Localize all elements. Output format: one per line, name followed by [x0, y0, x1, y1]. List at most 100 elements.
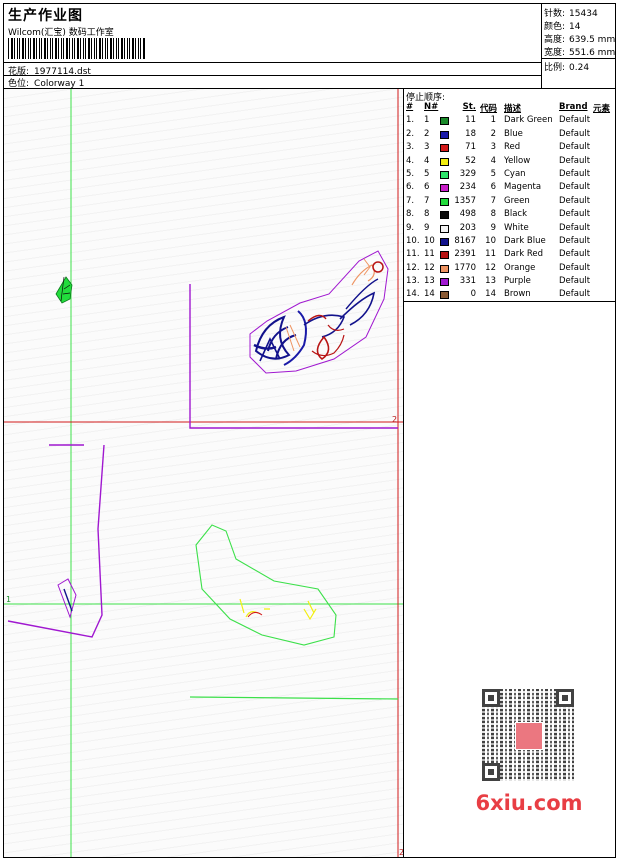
row-stitches: 2391: [454, 249, 476, 260]
guide-marker-2: 2: [392, 415, 397, 424]
row-description: Green: [504, 195, 530, 206]
table-row: 4. 4 52 4 Yellow Default: [404, 156, 615, 169]
row-brand: Default: [559, 209, 591, 220]
header-stitches: St.: [462, 102, 476, 112]
table-row: 8. 8 498 8 Black Default: [404, 209, 615, 222]
height-value: 639.5 mm: [569, 35, 616, 45]
watermark-text: 6xiu.com: [475, 791, 583, 815]
width-value: 551.6 mm: [569, 48, 616, 58]
design-canvas[interactable]: 1 2 2: [4, 89, 404, 857]
table-row: 6. 6 234 6 Magenta Default: [404, 182, 615, 195]
header-description: 描述: [504, 104, 522, 114]
table-row: 1. 1 11 1 Dark Green Default: [404, 115, 615, 128]
green-outline-shape: [195, 524, 337, 646]
row-description: Purple: [504, 276, 531, 287]
row-code: 1: [490, 115, 496, 126]
color-swatch: [440, 251, 449, 260]
row-brand: Default: [559, 289, 591, 300]
colors-label: 颜色:: [544, 22, 566, 32]
row-num: 12.: [406, 262, 420, 273]
row-needle: 8: [424, 209, 430, 220]
row-needle: 5: [424, 168, 430, 179]
colorway-line: 色位: Colorway 1: [8, 76, 84, 89]
header-element: 元素: [593, 104, 611, 114]
qr-eye: [482, 763, 500, 781]
row-needle: 14: [424, 289, 435, 300]
row-stitches: 11: [465, 115, 476, 126]
row-stitches: 1770: [454, 262, 476, 273]
row-brand: Default: [559, 155, 591, 166]
row-num: 6.: [406, 182, 415, 193]
row-description: Dark Green: [504, 115, 553, 126]
row-stitches: 498: [459, 209, 476, 220]
row-num: 7.: [406, 195, 415, 206]
floral-motif: [249, 250, 389, 374]
row-brand: Default: [559, 168, 591, 179]
color-swatch: [440, 170, 449, 179]
row-brand: Default: [559, 235, 591, 246]
colorway-label: 色位:: [8, 79, 30, 89]
stat-ratio: 比例: 0.24: [544, 60, 589, 73]
row-needle: 12: [424, 262, 435, 273]
color-swatch: [440, 291, 449, 300]
row-num: 9.: [406, 222, 415, 233]
color-swatch: [440, 117, 449, 126]
color-swatch: [440, 144, 449, 153]
qr-eye: [556, 689, 574, 707]
row-stitches: 8167: [454, 235, 476, 246]
color-swatch: [440, 197, 449, 206]
table-header: # N# St. 代码 描述 Brand 元素: [404, 102, 615, 115]
row-needle: 6: [424, 182, 430, 193]
colors-value: 14: [569, 22, 581, 32]
row-description: Cyan: [504, 168, 526, 179]
table-row: 9. 9 203 9 White Default: [404, 223, 615, 236]
row-description: Black: [504, 209, 527, 220]
table-row: 2. 2 18 2 Blue Default: [404, 129, 615, 142]
table-row: 11. 11 2391 11 Dark Red Default: [404, 249, 615, 262]
ratio-label: 比例:: [544, 63, 566, 73]
row-code: 9: [490, 222, 496, 233]
row-num: 2.: [406, 128, 415, 139]
row-description: Dark Blue: [504, 235, 546, 246]
qr-logo: [515, 722, 543, 750]
color-swatch: [440, 278, 449, 287]
stitches-label: 针数:: [544, 9, 566, 19]
table-row: 3. 3 71 3 Red Default: [404, 142, 615, 155]
row-needle: 1: [424, 115, 430, 126]
table-row: 7. 7 1357 7 Green Default: [404, 196, 615, 209]
row-code: 8: [490, 209, 496, 220]
row-num: 4.: [406, 155, 415, 166]
row-description: Dark Red: [504, 249, 544, 260]
row-needle: 4: [424, 155, 430, 166]
header-divider: [4, 75, 542, 76]
row-description: Brown: [504, 289, 531, 300]
color-swatch: [440, 184, 449, 193]
yellow-detail: [239, 598, 317, 621]
color-sequence-table: # N# St. 代码 描述 Brand 元素 1. 1 11 1 Dark Green…: [404, 102, 615, 303]
row-stitches: 71: [465, 142, 476, 153]
row-code: 10: [485, 235, 496, 246]
header-subtitle: Wilcom(汇宝) 数码工作室: [8, 28, 114, 38]
width-label: 宽度:: [544, 48, 566, 58]
leaf-motif: [55, 276, 73, 304]
row-code: 6: [490, 182, 496, 193]
guide-marker-1: 1: [6, 595, 11, 604]
ratio-value: 0.24: [569, 63, 590, 73]
row-code: 7: [490, 195, 496, 206]
row-code: 12: [485, 262, 496, 273]
row-brand: Default: [559, 115, 591, 126]
stat-height: 高度: 639.5 mm: [544, 32, 615, 45]
header-nn: N#: [424, 102, 439, 112]
row-num: 5.: [406, 168, 415, 179]
table-row: 10. 10 8167 10 Dark Blue Default: [404, 236, 615, 249]
row-needle: 10: [424, 235, 435, 246]
row-needle: 7: [424, 195, 430, 206]
row-needle: 11: [424, 249, 435, 260]
table-row: 5. 5 329 5 Cyan Default: [404, 169, 615, 182]
color-swatch: [440, 264, 449, 273]
row-num: 10.: [406, 235, 420, 246]
row-needle: 9: [424, 222, 430, 233]
row-num: 8.: [406, 209, 415, 220]
row-brand: Default: [559, 262, 591, 273]
barcode-image: [8, 38, 145, 59]
